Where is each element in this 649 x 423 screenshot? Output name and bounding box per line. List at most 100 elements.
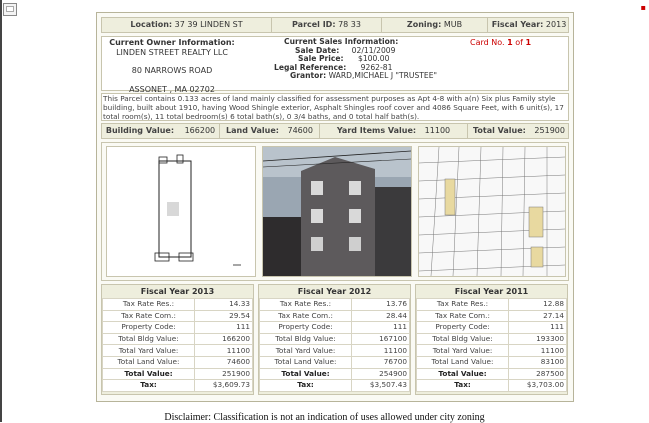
yard-value-cell: Yard Items Value: 11100 <box>320 124 468 138</box>
row-label: Total Yard Value: <box>101 344 196 357</box>
sketch-drawing <box>154 154 241 266</box>
row-label: Tax: <box>258 379 353 392</box>
row-label: Tax: <box>415 379 510 392</box>
owner-name: LINDEN STREET REALTY LLC <box>116 47 228 57</box>
row-value: 13.76 <box>351 298 410 311</box>
row-label: Tax Rate Res.: <box>258 298 353 311</box>
parcel-map-image[interactable] <box>418 146 566 277</box>
location-cell: Location: 37 39 LINDEN ST <box>102 18 272 32</box>
table-row: Total Bldg Value: 167100 <box>258 332 410 346</box>
table-row: Property Code: 111 <box>258 321 410 334</box>
parcel-value: 78 33 <box>338 20 361 29</box>
sale-price: $100.00 <box>358 54 390 64</box>
table-row: Property Code: 111 <box>415 321 567 334</box>
table-row: Total Value: 254900 <box>258 367 410 381</box>
map-drawing <box>418 146 566 277</box>
fiscal-year-rows: Tax Rate Res.: 14.33 Tax Rate Com.: 29.54 Pr… <box>101 298 253 392</box>
row-label: Tax: <box>101 379 196 392</box>
row-label: Property Code: <box>415 321 510 334</box>
row-value: 11100 <box>194 344 253 357</box>
table-row: Tax: $3,703.00 <box>415 379 567 392</box>
values-strip: Building Value: 166200 Land Value: 74600… <box>101 123 569 139</box>
images-row <box>101 142 569 281</box>
fiscal-year-table-0: Fiscal Year 2013 Tax Rate Res.: 14.33 Tax … <box>101 284 254 395</box>
table-row: Total Yard Value: 11100 <box>101 344 253 357</box>
owner-address-1: 80 NARROWS ROAD <box>131 66 213 75</box>
row-value: 14.33 <box>194 298 253 311</box>
grantor: WARD,MICHAEL J "TRUSTEE" <box>328 71 437 81</box>
row-value: 167100 <box>351 332 410 346</box>
row-label: Property Code: <box>101 321 196 334</box>
row-label: Tax Rate Res.: <box>415 298 510 311</box>
description-box: This Parcel contains 0.133 acres of land… <box>101 93 569 121</box>
row-label: Property Code: <box>258 321 353 334</box>
row-value: 287500 <box>508 367 567 381</box>
building-value: 166200 <box>184 126 216 135</box>
row-label: Total Land Value: <box>258 355 353 369</box>
row-label: Total Land Value: <box>101 355 196 369</box>
table-row: Total Land Value: 76700 <box>258 355 410 369</box>
row-value: $3,507.43 <box>351 379 410 392</box>
fiscal-year-value: 2013 <box>545 20 567 29</box>
row-value: 28.44 <box>351 309 410 323</box>
table-row: Total Bldg Value: 193300 <box>415 332 567 346</box>
table-row: Tax Rate Res.: 14.33 <box>101 298 253 311</box>
property-card: Location: 37 39 LINDEN ST Parcel ID: 78 … <box>96 12 574 402</box>
total-value: 251900 <box>534 126 565 135</box>
yard-value: 11100 <box>424 126 451 135</box>
header-strip: Location: 37 39 LINDEN ST Parcel ID: 78 … <box>101 17 569 33</box>
table-row: Total Land Value: 83100 <box>415 355 567 369</box>
zoning-value: MUB <box>443 20 463 29</box>
row-value: 111 <box>508 321 567 334</box>
row-value: 11100 <box>351 344 410 357</box>
table-row: Tax: $3,609.73 <box>101 379 253 392</box>
row-label: Tax Rate Com.: <box>415 309 510 323</box>
row-value: 27.14 <box>508 309 567 323</box>
fiscal-year-table-2: Fiscal Year 2011 Tax Rate Res.: 12.88 Tax … <box>415 284 568 395</box>
table-row: Tax Rate Com.: 28.44 <box>258 309 410 323</box>
corner-mark: ▪ <box>640 3 646 12</box>
building-photo[interactable] <box>262 146 412 277</box>
table-row: Tax Rate Com.: 27.14 <box>415 309 567 323</box>
table-row: Tax Rate Com.: 29.54 <box>101 309 253 323</box>
card-number: Card No. 1 of 1 <box>470 38 532 47</box>
building-sketch-image[interactable] <box>106 146 256 277</box>
owner-heading: Current Owner Information: <box>109 38 235 47</box>
sales-section: Current Sales Information: Sale Date: 02… <box>248 37 448 81</box>
fiscal-year-rows: Tax Rate Res.: 13.76 Tax Rate Com.: 28.44 Pr… <box>258 298 410 392</box>
building-value-cell: Building Value: 166200 <box>102 124 220 138</box>
page-icon[interactable] <box>3 3 17 16</box>
row-value: 83100 <box>508 355 567 369</box>
row-label: Total Bldg Value: <box>101 332 196 346</box>
row-label: Total Value: <box>101 367 196 381</box>
row-value: $3,703.00 <box>508 379 567 392</box>
info-box: Current Owner Information: LINDEN STREET… <box>101 36 569 94</box>
table-row: Total Value: 251900 <box>101 367 253 381</box>
row-value: $3,609.73 <box>194 379 253 392</box>
row-label: Total Yard Value: <box>258 344 353 357</box>
row-value: 74600 <box>194 355 253 369</box>
location-value: 37 39 LINDEN ST <box>174 20 243 29</box>
row-label: Tax Rate Com.: <box>258 309 353 323</box>
row-label: Total Value: <box>258 367 353 381</box>
table-row: Total Yard Value: 11100 <box>258 344 410 357</box>
row-value: 254900 <box>351 367 410 381</box>
disclaimer: Disclaimer: Classification is not an ind… <box>164 412 485 423</box>
table-row: Tax Rate Res.: 13.76 <box>258 298 410 311</box>
total-value-cell: Total Value: 251900 <box>473 126 565 135</box>
fiscal-year-rows: Tax Rate Res.: 12.88 Tax Rate Com.: 27.14 Pr… <box>415 298 567 392</box>
window-left-edge <box>0 0 2 422</box>
fiscal-year-table-1: Fiscal Year 2012 Tax Rate Res.: 13.76 Tax … <box>258 284 411 395</box>
fiscal-year-cell: Fiscal Year: 2013 <box>491 20 567 29</box>
row-value: 12.88 <box>508 298 567 311</box>
row-label: Total Bldg Value: <box>258 332 353 346</box>
table-row: Total Value: 287500 <box>415 367 567 381</box>
table-row: Property Code: 111 <box>101 321 253 334</box>
fiscal-year-title: Fiscal Year 2013 <box>140 287 215 296</box>
row-label: Tax Rate Res.: <box>101 298 196 311</box>
row-label: Tax Rate Com.: <box>101 309 196 323</box>
table-row: Total Bldg Value: 166200 <box>101 332 253 346</box>
parcel-cell: Parcel ID: 78 33 <box>272 18 382 32</box>
table-row: Total Land Value: 74600 <box>101 355 253 369</box>
fiscal-year-title: Fiscal Year 2011 <box>454 287 529 296</box>
